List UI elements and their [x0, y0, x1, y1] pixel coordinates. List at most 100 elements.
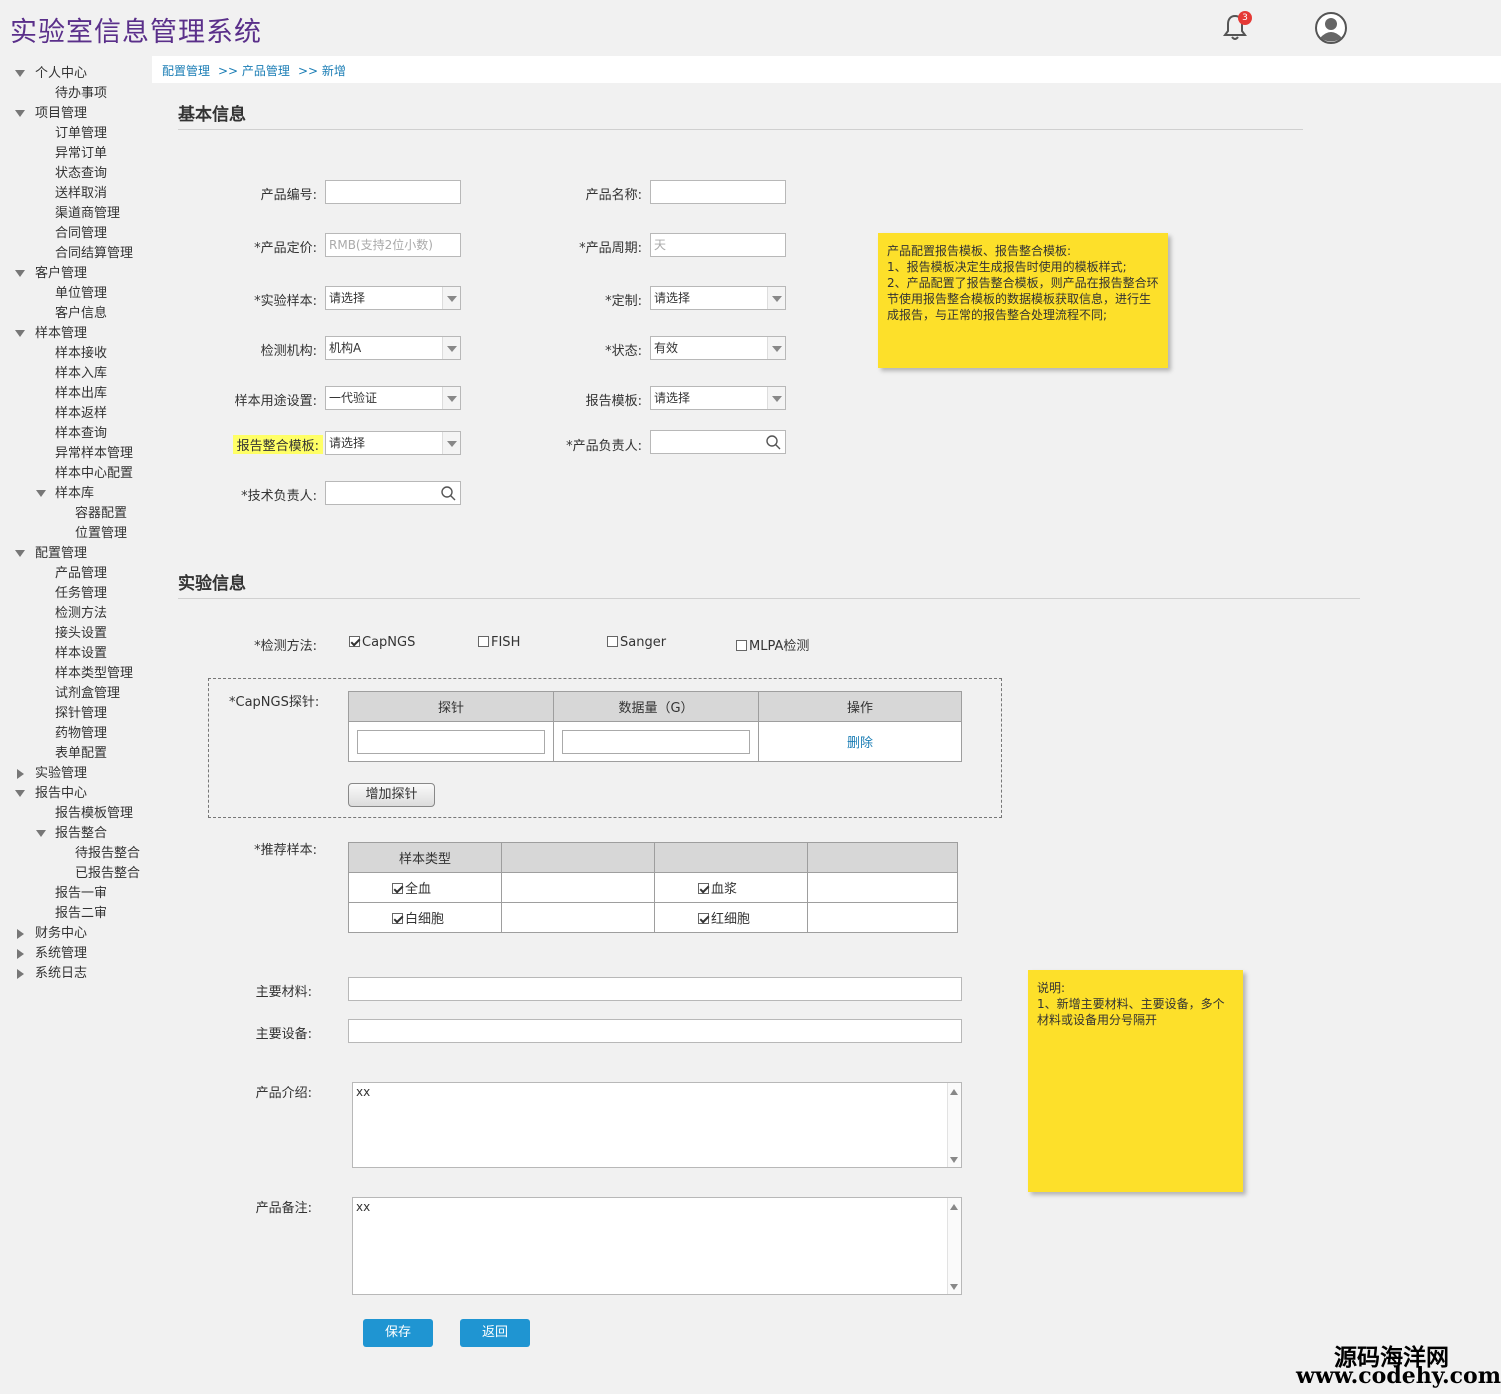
scroll-up-icon[interactable]: [950, 1089, 958, 1095]
sidebar-item[interactable]: 报告二审: [55, 904, 107, 924]
caret-down-icon[interactable]: [15, 330, 25, 337]
probe-name-input[interactable]: [357, 729, 545, 754]
probe-amount-input[interactable]: [562, 729, 750, 754]
caret-down-icon[interactable]: [15, 790, 25, 797]
product-code-input[interactable]: [325, 180, 461, 204]
sidebar-item[interactable]: 待办事项: [55, 84, 107, 104]
method-mlpa-checkbox[interactable]: MLPA检测: [736, 635, 809, 654]
price-input[interactable]: RMB(支持2位小数): [325, 233, 461, 257]
sidebar-item[interactable]: 样本类型管理: [55, 664, 133, 684]
sidebar-item[interactable]: 样本设置: [55, 644, 107, 664]
save-button[interactable]: 保存: [363, 1319, 433, 1347]
sidebar-item[interactable]: 产品管理: [55, 564, 107, 584]
scroll-down-icon[interactable]: [950, 1157, 958, 1163]
sidebar-item[interactable]: 容器配置: [75, 504, 127, 524]
remark-textarea[interactable]: xx: [352, 1197, 962, 1295]
caret-down-icon[interactable]: [36, 830, 46, 837]
custom-select[interactable]: 请选择: [650, 286, 786, 310]
sidebar-item[interactable]: 客户信息: [55, 304, 107, 324]
sidebar-item[interactable]: 报告整合: [55, 824, 107, 844]
sidebar-item[interactable]: 财务中心: [35, 924, 87, 944]
method-fish-checkbox[interactable]: FISH: [478, 635, 520, 650]
sidebar-item[interactable]: 试剂盒管理: [55, 684, 120, 704]
sidebar-item[interactable]: 表单配置: [55, 744, 107, 764]
method-capngs-checkbox[interactable]: CapNGS: [349, 635, 415, 650]
caret-down-icon[interactable]: [15, 70, 25, 77]
back-button[interactable]: 返回: [460, 1319, 530, 1347]
scroll-up-icon[interactable]: [950, 1204, 958, 1210]
caret-down-icon[interactable]: [15, 270, 25, 277]
caret-right-icon[interactable]: [17, 969, 24, 979]
sidebar-item[interactable]: 状态查询: [55, 164, 107, 184]
sidebar-item[interactable]: 位置管理: [75, 524, 127, 544]
caret-down-icon[interactable]: [15, 550, 25, 557]
sidebar-item[interactable]: 异常样本管理: [55, 444, 133, 464]
owner-input[interactable]: [650, 430, 786, 454]
sidebar-item[interactable]: 样本出库: [55, 384, 107, 404]
sidebar-item[interactable]: 样本中心配置: [55, 464, 133, 484]
intro-textarea[interactable]: xx: [352, 1082, 962, 1168]
sidebar-item[interactable]: 样本查询: [55, 424, 107, 444]
sidebar-item[interactable]: 渠道商管理: [55, 204, 120, 224]
scrollbar[interactable]: [947, 1083, 961, 1167]
sidebar-item[interactable]: 送样取消: [55, 184, 107, 204]
caret-down-icon[interactable]: [36, 490, 46, 497]
sidebar-item[interactable]: 系统日志: [35, 964, 87, 984]
sidebar-item[interactable]: 项目管理: [35, 104, 87, 124]
sidebar-item[interactable]: 个人中心: [35, 64, 87, 84]
add-probe-button[interactable]: 增加探针: [348, 783, 435, 807]
scrollbar[interactable]: [947, 1198, 961, 1294]
user-avatar-icon[interactable]: [1315, 12, 1347, 44]
search-icon[interactable]: [440, 485, 456, 501]
rec-sample-cell[interactable]: 白细胞: [348, 902, 502, 933]
rec-sample-cell[interactable]: 红细胞: [654, 902, 808, 933]
sidebar-item[interactable]: 样本入库: [55, 364, 107, 384]
cycle-input[interactable]: 天: [650, 233, 786, 257]
sidebar-item[interactable]: 实验管理: [35, 764, 87, 784]
caret-right-icon[interactable]: [17, 769, 24, 779]
tech-input[interactable]: [325, 481, 461, 505]
scroll-down-icon[interactable]: [950, 1284, 958, 1290]
sidebar-item[interactable]: 样本返样: [55, 404, 107, 424]
sidebar-item[interactable]: 配置管理: [35, 544, 87, 564]
sidebar-item[interactable]: 合同结算管理: [55, 244, 133, 264]
sidebar-item[interactable]: 样本管理: [35, 324, 87, 344]
caret-right-icon[interactable]: [17, 949, 24, 959]
device-input[interactable]: [348, 1019, 962, 1043]
sidebar-item[interactable]: 合同管理: [55, 224, 107, 244]
sidebar-item[interactable]: 接头设置: [55, 624, 107, 644]
sidebar-item[interactable]: 报告模板管理: [55, 804, 133, 824]
probe-delete-link[interactable]: 删除: [758, 721, 962, 762]
sidebar-item[interactable]: 异常订单: [55, 144, 107, 164]
sidebar-item[interactable]: 样本库: [55, 484, 94, 504]
report-template-select[interactable]: 请选择: [650, 386, 786, 410]
method-sanger-checkbox[interactable]: Sanger: [607, 635, 666, 650]
sidebar-item[interactable]: 报告一审: [55, 884, 107, 904]
search-icon[interactable]: [765, 434, 781, 450]
product-name-input[interactable]: [650, 180, 786, 204]
rec-sample-cell[interactable]: 血浆: [654, 872, 808, 903]
sidebar-item[interactable]: 单位管理: [55, 284, 107, 304]
sidebar-item[interactable]: 已报告整合: [75, 864, 140, 884]
caret-right-icon[interactable]: [17, 929, 24, 939]
breadcrumb-product[interactable]: >> 产品管理: [218, 62, 290, 79]
sidebar-item[interactable]: 任务管理: [55, 584, 107, 604]
sidebar-item[interactable]: 待报告整合: [75, 844, 140, 864]
org-select[interactable]: 机构A: [325, 336, 461, 360]
rec-sample-cell[interactable]: 全血: [348, 872, 502, 903]
sidebar-item[interactable]: 药物管理: [55, 724, 107, 744]
material-input[interactable]: [348, 977, 962, 1001]
sidebar-item[interactable]: 系统管理: [35, 944, 87, 964]
usage-select[interactable]: 一代验证: [325, 386, 461, 410]
caret-down-icon[interactable]: [15, 110, 25, 117]
sidebar-item[interactable]: 报告中心: [35, 784, 87, 804]
sidebar-item[interactable]: 订单管理: [55, 124, 107, 144]
sample-select[interactable]: 请选择: [325, 286, 461, 310]
sidebar-item[interactable]: 客户管理: [35, 264, 87, 284]
merge-template-select[interactable]: 请选择: [325, 431, 461, 455]
sidebar-item[interactable]: 探针管理: [55, 704, 107, 724]
sidebar-item[interactable]: 样本接收: [55, 344, 107, 364]
status-select[interactable]: 有效: [650, 336, 786, 360]
breadcrumb-config[interactable]: 配置管理: [162, 62, 210, 79]
sidebar-item[interactable]: 检测方法: [55, 604, 107, 624]
